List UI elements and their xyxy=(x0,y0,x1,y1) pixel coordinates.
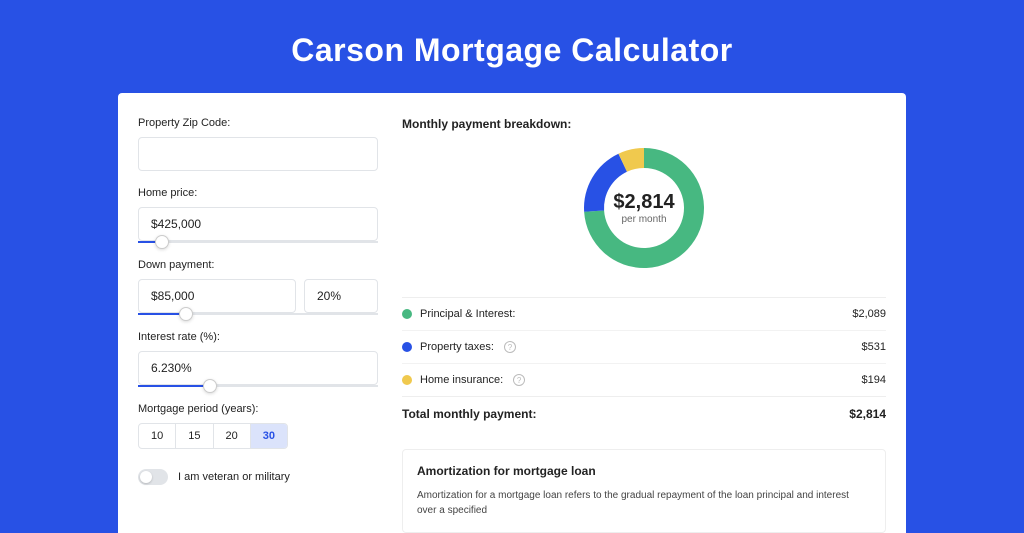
down-payment-amount-input[interactable] xyxy=(138,279,296,313)
slider-thumb[interactable] xyxy=(179,307,193,321)
interest-label: Interest rate (%): xyxy=(138,331,378,343)
amortization-block: Amortization for mortgage loan Amortizat… xyxy=(402,449,886,533)
legend-row: Principal & Interest: $2,089 xyxy=(402,298,886,331)
total-value: $2,814 xyxy=(849,407,886,421)
legend-label: Principal & Interest: xyxy=(420,308,515,320)
interest-slider[interactable] xyxy=(138,385,378,387)
legend-value: $194 xyxy=(862,374,886,386)
slider-thumb[interactable] xyxy=(155,235,169,249)
veteran-toggle-row: I am veteran or military xyxy=(138,469,378,485)
breakdown-heading: Monthly payment breakdown: xyxy=(402,117,886,131)
period-field: Mortgage period (years): 10152030 xyxy=(138,403,378,449)
calculator-card: Property Zip Code: Home price: Down paym… xyxy=(118,93,906,533)
legend-value: $531 xyxy=(862,341,886,353)
home-price-input[interactable] xyxy=(138,207,378,241)
down-payment-pct-input[interactable] xyxy=(304,279,378,313)
period-option-20[interactable]: 20 xyxy=(214,424,251,448)
legend-dot xyxy=(402,375,412,385)
donut-value: $2,814 xyxy=(613,191,674,214)
period-option-30[interactable]: 30 xyxy=(251,424,287,448)
home-price-slider[interactable] xyxy=(138,241,378,243)
period-label: Mortgage period (years): xyxy=(138,403,378,415)
interest-input[interactable] xyxy=(138,351,378,385)
info-icon[interactable]: ? xyxy=(513,374,525,386)
veteran-label: I am veteran or military xyxy=(178,471,290,483)
form-panel: Property Zip Code: Home price: Down paym… xyxy=(138,117,378,533)
interest-field: Interest rate (%): xyxy=(138,331,378,387)
zip-field: Property Zip Code: xyxy=(138,117,378,171)
down-payment-label: Down payment: xyxy=(138,259,378,271)
legend: Principal & Interest: $2,089 Property taxe… xyxy=(402,297,886,397)
period-option-10[interactable]: 10 xyxy=(139,424,176,448)
zip-input[interactable] xyxy=(138,137,378,171)
page-title: Carson Mortgage Calculator xyxy=(0,0,1024,93)
down-payment-field: Down payment: xyxy=(138,259,378,315)
home-price-label: Home price: xyxy=(138,187,378,199)
legend-row: Property taxes:? $531 xyxy=(402,331,886,364)
legend-dot xyxy=(402,309,412,319)
legend-label: Property taxes: xyxy=(420,341,494,353)
breakdown-panel: Monthly payment breakdown: $2,814 per mo… xyxy=(402,117,886,533)
donut-chart: $2,814 per month xyxy=(402,143,886,273)
period-option-15[interactable]: 15 xyxy=(176,424,213,448)
amortization-text: Amortization for a mortgage loan refers … xyxy=(417,488,871,518)
toggle-knob xyxy=(140,471,152,483)
amortization-heading: Amortization for mortgage loan xyxy=(417,464,871,478)
zip-label: Property Zip Code: xyxy=(138,117,378,129)
donut-center: $2,814 per month xyxy=(613,191,674,225)
total-label: Total monthly payment: xyxy=(402,407,536,421)
veteran-toggle[interactable] xyxy=(138,469,168,485)
donut-sublabel: per month xyxy=(613,214,674,225)
legend-label: Home insurance: xyxy=(420,374,503,386)
total-row: Total monthly payment: $2,814 xyxy=(402,397,886,431)
home-price-field: Home price: xyxy=(138,187,378,243)
legend-row: Home insurance:? $194 xyxy=(402,364,886,397)
slider-thumb[interactable] xyxy=(203,379,217,393)
legend-value: $2,089 xyxy=(852,308,886,320)
down-payment-slider[interactable] xyxy=(138,313,378,315)
legend-dot xyxy=(402,342,412,352)
period-options: 10152030 xyxy=(138,423,288,449)
info-icon[interactable]: ? xyxy=(504,341,516,353)
